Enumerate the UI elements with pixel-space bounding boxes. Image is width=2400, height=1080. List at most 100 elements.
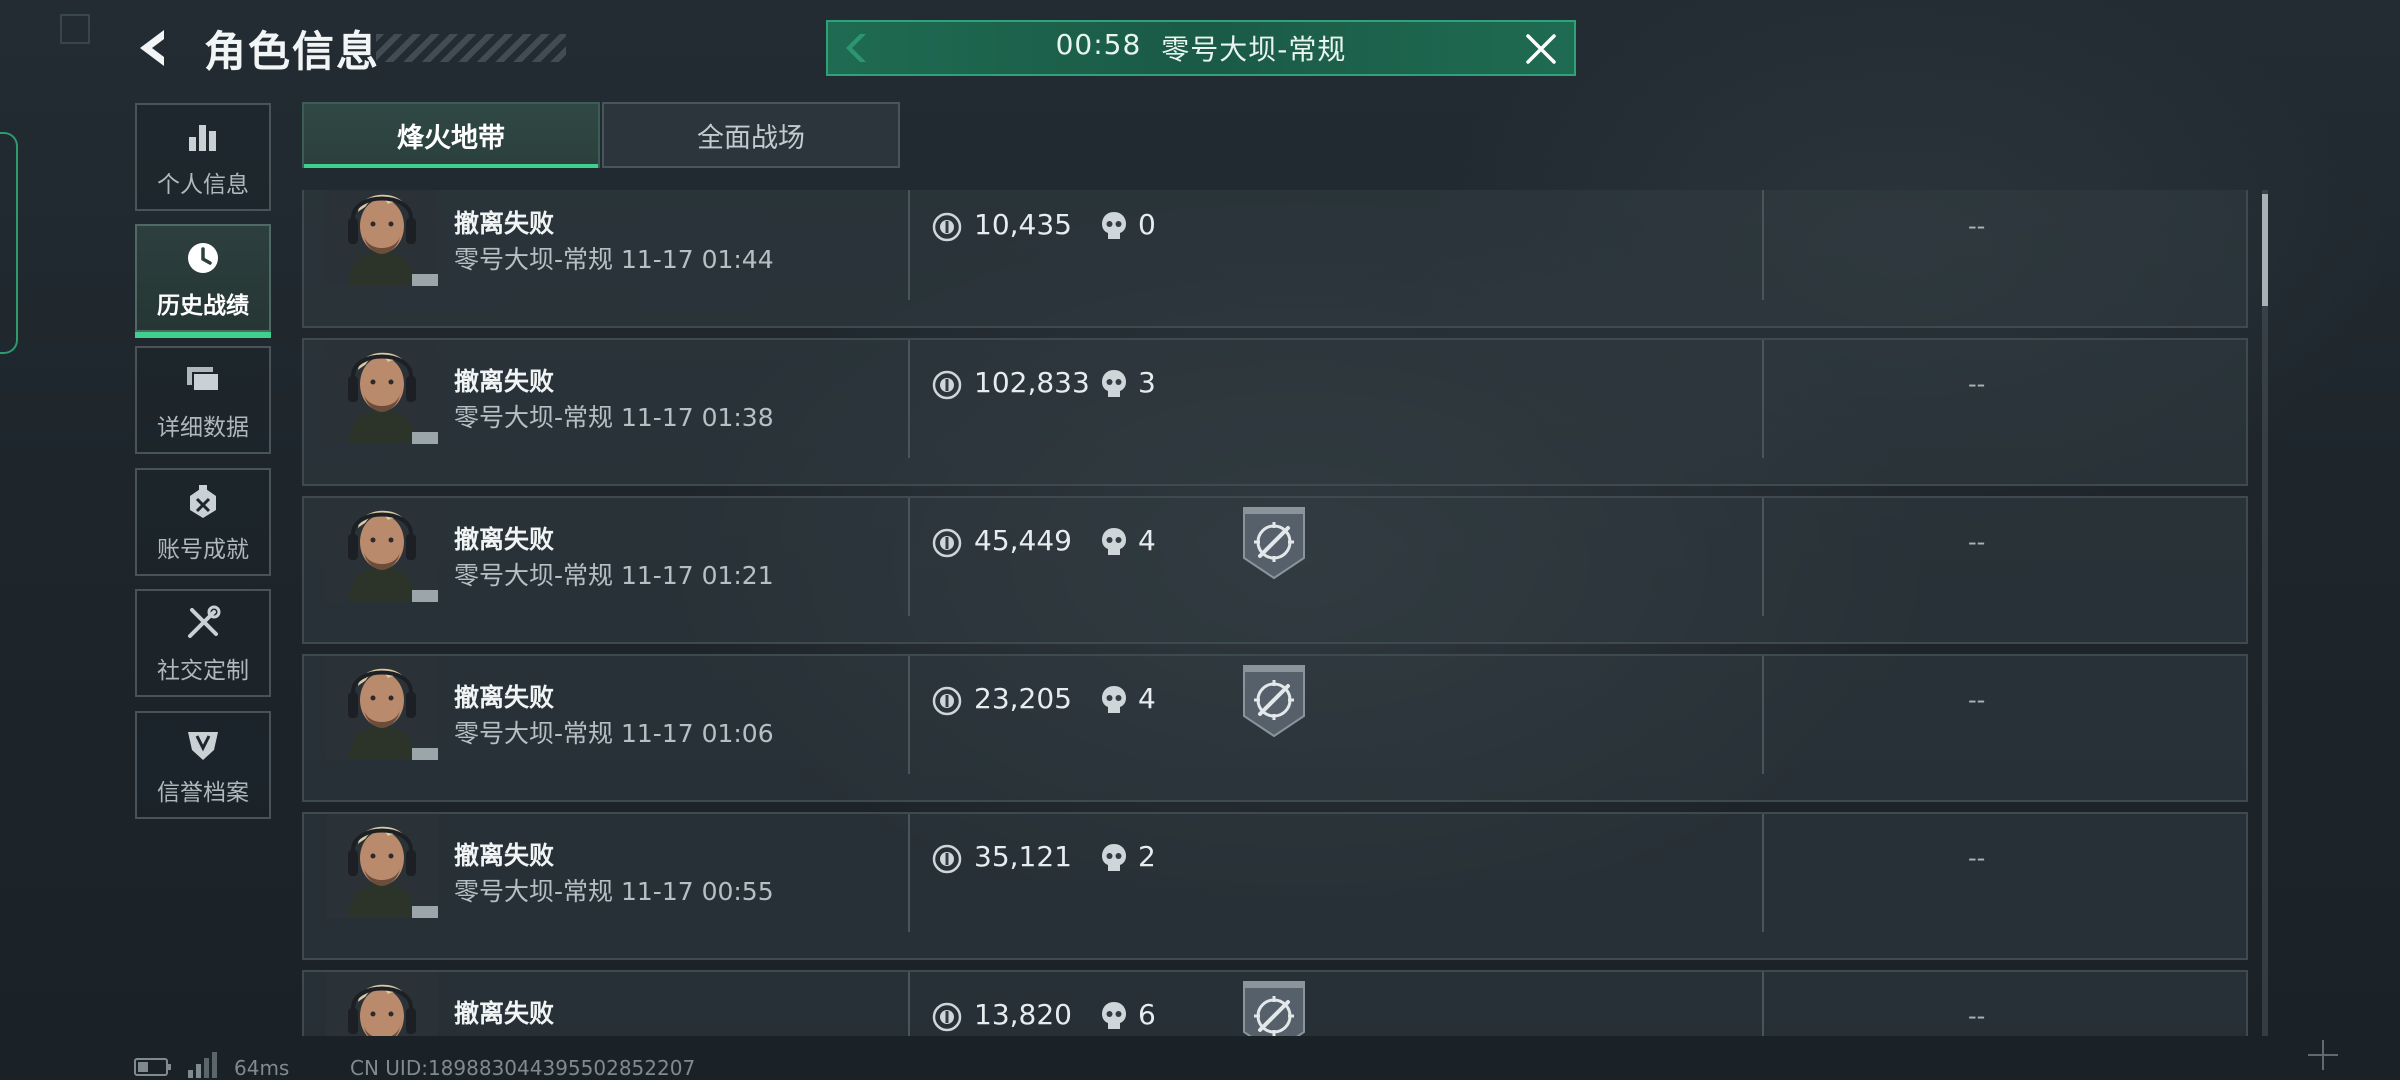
sidebar-item-detailed-data[interactable]: 详细数据 <box>135 346 271 454</box>
match-time: 11-17 01:38 <box>620 403 774 432</box>
match-value: 102,833 <box>974 366 1090 399</box>
match-kills: 2 <box>1138 840 1156 873</box>
match-extra: -- <box>1968 212 1986 240</box>
column-divider <box>1762 814 1764 932</box>
corner-frame-mark <box>60 14 90 44</box>
match-map-time: 零号大坝-常规 11-17 00:55 <box>454 872 774 908</box>
operator-avatar <box>326 814 438 918</box>
avatar-corner-tag <box>412 274 438 286</box>
sidebar-item-reputation[interactable]: 信誉档案 <box>135 711 271 819</box>
match-row[interactable]: 撤离失败 零号大坝-常规 11-17 01:44 10,435 0 -- <box>302 190 2248 328</box>
match-map-time: 零号大坝-常规 11-17 01:21 <box>454 556 774 592</box>
crosshair-badge-icon <box>1240 978 1308 1036</box>
sidebar-item-label: 信誉档案 <box>157 780 249 806</box>
scrollbar-thumb[interactable] <box>2262 194 2268 306</box>
operator-avatar <box>326 656 438 760</box>
column-divider <box>1762 972 1764 1036</box>
avatar-corner-tag <box>412 748 438 760</box>
back-arrow-icon <box>140 30 164 66</box>
operator-avatar <box>326 972 438 1036</box>
signal-icon <box>188 1052 217 1078</box>
match-value: 10,435 <box>974 208 1072 241</box>
column-divider <box>1762 190 1764 300</box>
avatar-corner-tag <box>412 432 438 444</box>
match-value: 35,121 <box>974 840 1072 873</box>
match-row[interactable]: 撤离失败 零号大坝-常规 11-17 01:21 45,449 4 -- <box>302 496 2248 644</box>
match-kills: 0 <box>1138 208 1156 241</box>
sidebar-item-label: 历史战绩 <box>157 293 249 319</box>
coin-icon <box>932 370 962 400</box>
match-value: 45,449 <box>974 524 1072 557</box>
match-time: 11-17 01:21 <box>620 561 774 590</box>
match-map: 零号大坝-常规 <box>454 403 614 432</box>
operator-avatar <box>326 340 438 444</box>
match-time: 11-17 01:06 <box>620 719 774 748</box>
sidebar-item-social-custom[interactable]: 社交定制 <box>135 589 271 697</box>
coin-icon <box>932 686 962 716</box>
column-divider <box>908 190 910 300</box>
column-divider <box>1762 340 1764 458</box>
sidebar-item-label: 账号成就 <box>157 537 249 563</box>
match-row[interactable]: 撤离失败 零号大坝-常规 11-17 01:38 102,833 3 -- <box>302 338 2248 486</box>
match-row[interactable]: 撤离失败 零号大坝-常规 11-17 00:55 35,121 2 -- <box>302 812 2248 960</box>
operator-avatar <box>326 190 438 286</box>
skull-icon <box>1100 684 1128 716</box>
match-result: 撤离失败 <box>454 525 555 554</box>
matchmaking-banner[interactable]: 00:58 零号大坝-常规 <box>826 20 1576 76</box>
match-kills: 3 <box>1138 366 1156 399</box>
achievement-icon <box>183 482 223 522</box>
avatar-corner-tag <box>412 906 438 918</box>
match-time: 11-17 00:55 <box>620 877 774 906</box>
page-title: 角色信息 <box>204 27 381 76</box>
shield-emblem-icon <box>183 725 223 765</box>
corner-crosshair-icon <box>2308 1040 2338 1070</box>
queue-timer: 00:58 <box>1055 28 1142 61</box>
skull-icon <box>1100 368 1128 400</box>
avatar-corner-tag <box>412 590 438 602</box>
tools-icon <box>183 603 223 643</box>
sidebar-item-personal-info[interactable]: 个人信息 <box>135 103 271 211</box>
match-map: 零号大坝-常规 <box>454 245 614 274</box>
skull-icon <box>1100 842 1128 874</box>
match-row[interactable]: 撤离失败 零号大坝-常规 11-17 01:06 23,205 4 -- <box>302 654 2248 802</box>
match-value: 13,820 <box>974 998 1072 1031</box>
column-divider <box>908 972 910 1036</box>
match-extra: -- <box>1968 528 1986 556</box>
match-result: 撤离失败 <box>454 209 555 238</box>
match-map: 零号大坝-常规 <box>454 1035 613 1036</box>
close-icon[interactable] <box>1522 30 1560 68</box>
match-extra: -- <box>1968 370 1986 398</box>
match-time: 11-16 01:42 <box>621 1035 774 1036</box>
column-divider <box>908 498 910 616</box>
column-divider <box>1762 498 1764 616</box>
match-result: 撤离失败 <box>454 841 555 870</box>
match-row[interactable]: 撤离失败 零号大坝-常规 11-16 01:42 13,820 6 -- <box>302 970 2248 1036</box>
match-map: 零号大坝-常规 <box>454 719 614 748</box>
sidebar-item-history[interactable]: 历史战绩 <box>135 224 271 338</box>
match-extra: -- <box>1968 844 1986 872</box>
coin-icon <box>932 844 962 874</box>
skull-icon <box>1100 526 1128 558</box>
sidebar-item-label: 详细数据 <box>157 415 249 441</box>
tab-full-battlefield[interactable]: 全面战场 <box>602 102 900 168</box>
match-extra: -- <box>1968 1002 1986 1030</box>
scrollbar-track[interactable] <box>2262 190 2268 1036</box>
match-result: 撤离失败 <box>454 367 555 396</box>
chevron-decoration-icon <box>846 34 866 62</box>
sidebar-item-label: 个人信息 <box>157 172 249 198</box>
match-map-time: 零号大坝-常规 11-17 01:06 <box>454 714 774 750</box>
tab-beacon-zone[interactable]: 烽火地带 <box>302 102 600 168</box>
coin-icon <box>932 528 962 558</box>
ping-readout: 64ms <box>234 1056 290 1080</box>
match-result: 撤离失败 <box>454 683 555 712</box>
side-panel-handle[interactable] <box>0 132 18 354</box>
back-button[interactable] <box>132 22 180 74</box>
match-map: 零号大坝-常规 <box>454 561 614 590</box>
sidebar-item-achievements[interactable]: 账号成就 <box>135 468 271 576</box>
match-map: 零号大坝-常规 <box>454 877 614 906</box>
skull-icon <box>1100 210 1128 242</box>
match-history-list[interactable]: 撤离失败 零号大坝-常规 11-17 01:44 10,435 0 -- 撤离失… <box>302 190 2248 1036</box>
match-kills: 6 <box>1138 998 1156 1031</box>
sidebar-item-label: 社交定制 <box>157 658 249 684</box>
match-map-time: 零号大坝-常规 11-16 01:42 <box>454 1030 774 1036</box>
